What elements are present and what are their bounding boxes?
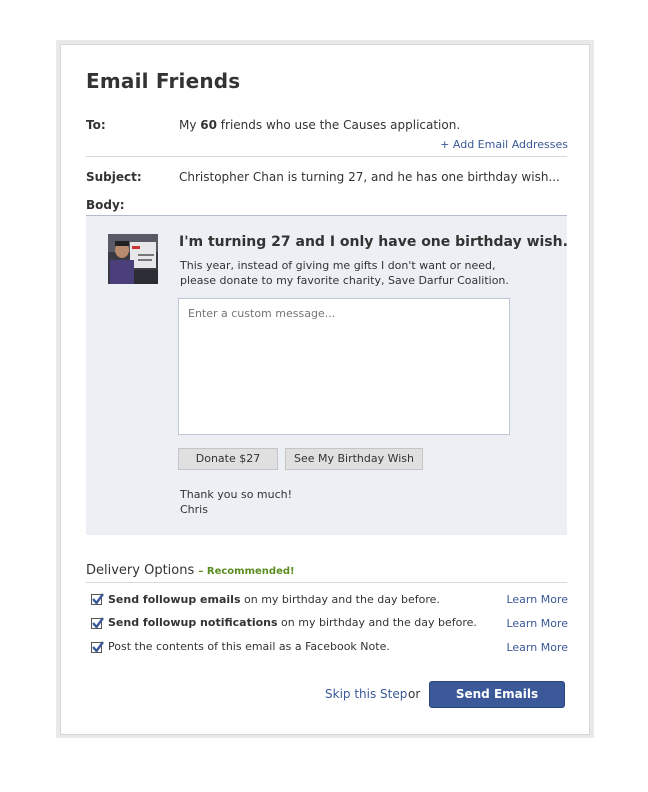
to-label: To: [86,118,106,132]
subject-value: Christopher Chan is turning 27, and he h… [179,170,560,184]
profile-photo-icon [108,234,158,284]
followup-notifications-checkbox[interactable] [91,617,104,629]
see-birthday-wish-button[interactable]: See My Birthday Wish [285,448,423,470]
checkmark-icon [92,641,104,653]
facebook-note-checkbox[interactable] [91,641,104,653]
to-value-prefix: My [179,118,201,132]
option-bold-text: Send followup notifications [108,616,278,629]
option-bold-text: Send followup emails [108,593,241,606]
email-body-preview: I'm turning 27 and I only have one birth… [86,215,568,535]
option-text: Post the contents of this email as a Fac… [108,640,390,653]
option-followup-emails: Send followup emails on my birthday and … [108,593,440,606]
option-text: on my birthday and the day before. [277,616,477,629]
body-label: Body: [86,198,125,212]
subject-label: Subject: [86,170,142,184]
donate-button[interactable]: Donate $27 [178,448,278,470]
recommended-badge: – Recommended! [198,566,295,577]
learn-more-link[interactable]: Learn More [506,641,568,654]
learn-more-link[interactable]: Learn More [506,617,568,630]
followup-emails-checkbox[interactable] [91,593,104,605]
delivery-options-title: Delivery Options – Recommended! [86,563,295,578]
sign-off: Thank you so much! Chris [180,487,292,517]
avatar [108,234,158,284]
email-paragraph: This year, instead of giving me gifts I … [180,258,510,288]
checkmark-icon [92,593,104,605]
add-email-addresses-link[interactable]: + Add Email Addresses [440,138,568,151]
email-friends-panel: Email Friends To: My 60 friends who use … [60,44,590,735]
option-text: on my birthday and the day before. [240,593,440,606]
learn-more-link[interactable]: Learn More [506,593,568,606]
or-text: or [408,687,421,701]
send-emails-button[interactable]: Send Emails [429,681,565,708]
to-value-suffix: friends who use the Causes application. [216,118,461,132]
thanks-line: Thank you so much! [180,488,293,501]
divider [86,156,567,157]
email-headline: I'm turning 27 and I only have one birth… [179,234,568,250]
option-facebook-note: Post the contents of this email as a Fac… [108,640,390,653]
to-value: My 60 friends who use the Causes applica… [179,118,460,132]
dialog-frame: Email Friends To: My 60 friends who use … [56,40,594,738]
paragraph-line-2: please donate to my favorite charity, Sa… [180,274,509,287]
paragraph-line-1: This year, instead of giving me gifts I … [180,259,496,272]
divider [86,582,567,583]
custom-message-input[interactable] [178,298,510,435]
delivery-title-text: Delivery Options [86,563,195,578]
friend-count: 60 [200,118,217,132]
checkmark-icon [92,617,104,629]
signature-name: Chris [180,503,208,516]
skip-step-link[interactable]: Skip this Step [325,687,407,701]
option-followup-notifications: Send followup notifications on my birthd… [108,616,477,629]
page-title: Email Friends [86,69,241,93]
